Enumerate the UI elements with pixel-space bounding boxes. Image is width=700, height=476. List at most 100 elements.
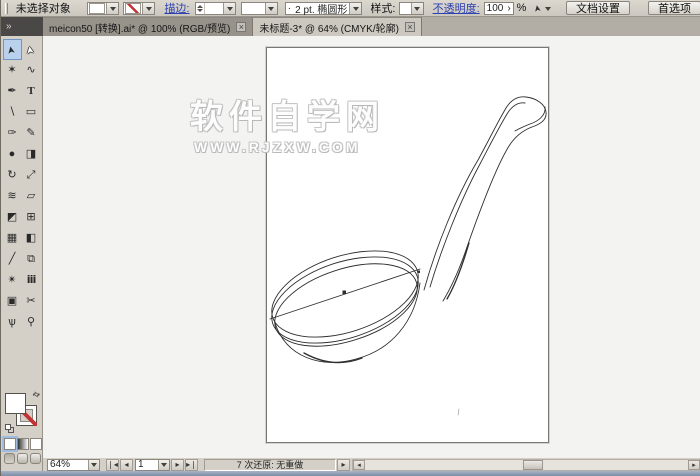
- width-tool[interactable]: ≋: [3, 186, 22, 207]
- rectangle-tool-icon: ▭: [25, 106, 37, 118]
- ladle-rim-outer: [271, 250, 419, 338]
- fullscreen-mode-button[interactable]: [30, 453, 41, 464]
- next-artboard-button[interactable]: ▸: [171, 458, 184, 471]
- symbol-sprayer-tool-icon: ✴: [7, 274, 17, 286]
- spinner-icon[interactable]: [196, 2, 205, 14]
- mesh-tool[interactable]: ▦: [3, 228, 22, 249]
- magic-wand-tool-icon: ✶: [7, 64, 17, 76]
- lasso-tool-icon: ∿: [26, 64, 36, 76]
- ladle-handle-inner: [429, 102, 526, 288]
- stroke-profile-dropdown[interactable]: [241, 1, 278, 15]
- column-graph-tool[interactable]: ⅲ: [22, 270, 41, 291]
- panel-collapse-button[interactable]: »: [1, 17, 43, 36]
- color-mode-button[interactable]: [2, 436, 18, 452]
- brush-dot-icon: ·: [287, 2, 292, 14]
- symbol-sprayer-tool[interactable]: ✴: [3, 270, 22, 291]
- close-icon[interactable]: ×: [404, 22, 415, 32]
- pen-tool[interactable]: ✒: [3, 81, 22, 102]
- blob-brush-tool-icon: ●: [8, 148, 16, 160]
- blend-tool[interactable]: ⧉: [22, 249, 41, 270]
- horizontal-scrollbar[interactable]: ◂ ▸: [352, 458, 700, 471]
- previous-artboard-button[interactable]: ◂: [120, 458, 133, 471]
- brush-definition-dropdown[interactable]: · 2 pt. 椭圆形: [284, 1, 363, 16]
- cursor-arrow-icon: ➤: [532, 3, 544, 13]
- swap-fill-stroke-icon[interactable]: ⇄: [31, 389, 42, 400]
- type-tool[interactable]: T: [22, 81, 41, 102]
- chevron-down-icon: [349, 2, 362, 14]
- shape-builder-tool[interactable]: ◩: [3, 207, 22, 228]
- style-label: 样式:: [370, 3, 396, 15]
- preferences-button[interactable]: 首选项: [648, 1, 700, 15]
- toolbar-grip[interactable]: [5, 2, 8, 14]
- artifact-mark: [457, 408, 460, 416]
- spinner-right-icon[interactable]: ›: [505, 3, 512, 14]
- selection-tool[interactable]: ➤: [2, 39, 22, 60]
- artboard-tool[interactable]: ▣: [3, 291, 22, 312]
- style-dropdown[interactable]: [399, 1, 424, 15]
- zoom-tool[interactable]: ⚲: [22, 312, 41, 333]
- ladle-bowl: [274, 282, 421, 363]
- chevron-down-icon: [106, 2, 119, 14]
- document-setup-button[interactable]: 文档设置: [566, 1, 630, 15]
- direct-selection-tool[interactable]: ➤: [22, 39, 41, 60]
- slice-tool[interactable]: ✂: [22, 291, 41, 312]
- eraser-tool[interactable]: ◨: [22, 144, 41, 165]
- artboard-tool-icon: ▣: [6, 295, 18, 307]
- blend-tool-icon: ⧉: [27, 253, 35, 265]
- document-tab-untitled3[interactable]: 未标题-3* @ 64% (CMYK/轮廓) ×: [253, 17, 422, 36]
- tools-panel: ➤ ➤ ✶ ∿ ✒ T ∖ ▭ ✑ ✎ ● ◨ ↻ ⤢ ≋ ▱ ◩ ⊞ ▦ ◧ ╱ ⧉ ✴ ⅲ ▣ ✂ ѱ ⚲ ⇄: [1, 36, 43, 471]
- default-fill-stroke-icon[interactable]: [5, 424, 14, 433]
- stroke-color-dropdown[interactable]: [123, 1, 156, 15]
- none-mode-button[interactable]: [30, 438, 42, 450]
- artboard-number-dropdown[interactable]: 1: [135, 458, 170, 471]
- perspective-grid-tool[interactable]: ⊞: [22, 207, 41, 228]
- paintbrush-tool[interactable]: ✑: [3, 123, 22, 144]
- artboard-number-value: 1: [138, 459, 144, 470]
- opacity-input[interactable]: 100 ›: [483, 1, 514, 15]
- fullscreen-menu-mode-button[interactable]: [17, 453, 28, 464]
- fill-swatch[interactable]: [5, 393, 26, 414]
- ladle-bowl-edge: [303, 352, 363, 364]
- last-artboard-button[interactable]: ▸❘: [185, 458, 198, 471]
- fill-color-dropdown[interactable]: [87, 1, 120, 15]
- line-tool[interactable]: ∖: [3, 102, 22, 123]
- chevron-down-icon: [88, 459, 99, 470]
- first-artboard-button[interactable]: ❘◂: [106, 458, 119, 471]
- stroke-label-link[interactable]: 描边:: [164, 0, 189, 16]
- line-tool-icon: ∖: [8, 106, 16, 118]
- fill-swatch-icon: [89, 2, 106, 14]
- eyedropper-tool[interactable]: ╱: [3, 249, 22, 270]
- eraser-tool-icon: ◨: [25, 148, 37, 160]
- opacity-label-link[interactable]: 不透明度:: [433, 0, 480, 16]
- pencil-tool[interactable]: ✎: [22, 123, 41, 144]
- scrollbar-thumb[interactable]: [523, 459, 544, 470]
- scroll-right-icon[interactable]: ▸: [688, 459, 700, 470]
- close-icon[interactable]: ×: [236, 22, 247, 32]
- select-similar-button[interactable]: ➤: [532, 2, 554, 15]
- mesh-tool-icon: ▦: [6, 232, 18, 244]
- ladle-rim-inner: [274, 263, 418, 347]
- blob-brush-tool[interactable]: ●: [3, 144, 22, 165]
- tools-grid: ➤ ➤ ✶ ∿ ✒ T ∖ ▭ ✑ ✎ ● ◨ ↻ ⤢ ≋ ▱ ◩ ⊞ ▦ ◧ ╱ ⧉ ✴ ⅲ ▣ ✂ ѱ ⚲: [1, 36, 42, 333]
- document-tab-meicon50[interactable]: meicon50 [转换].ai* @ 100% (RGB/预览) ×: [43, 17, 254, 36]
- hand-tool[interactable]: ѱ: [3, 312, 22, 333]
- document-tab-bar: » meicon50 [转换].ai* @ 100% (RGB/预览) × 未标…: [1, 17, 700, 36]
- scroll-left-icon[interactable]: ◂: [353, 459, 365, 470]
- chevron-down-icon: [542, 2, 554, 14]
- rectangle-tool[interactable]: ▭: [22, 102, 41, 123]
- normal-screen-mode-button[interactable]: [4, 453, 15, 464]
- rotate-tool[interactable]: ↻: [3, 165, 22, 186]
- gradient-tool[interactable]: ◧: [22, 228, 41, 249]
- paint-mode-row: [2, 436, 42, 452]
- status-popup-button[interactable]: ▸: [337, 458, 350, 471]
- scrollbar-track[interactable]: [365, 459, 688, 470]
- slice-tool-icon: ✂: [26, 295, 36, 307]
- scale-tool[interactable]: ⤢: [22, 165, 41, 186]
- zoom-level-dropdown[interactable]: 64%: [47, 458, 100, 471]
- lasso-tool[interactable]: ∿: [22, 60, 41, 81]
- free-transform-tool[interactable]: ▱: [22, 186, 41, 207]
- shape-builder-tool-icon: ◩: [6, 211, 18, 223]
- magic-wand-tool[interactable]: ✶: [3, 60, 22, 81]
- stroke-weight-dropdown[interactable]: [194, 1, 237, 15]
- gradient-mode-button[interactable]: [17, 438, 29, 450]
